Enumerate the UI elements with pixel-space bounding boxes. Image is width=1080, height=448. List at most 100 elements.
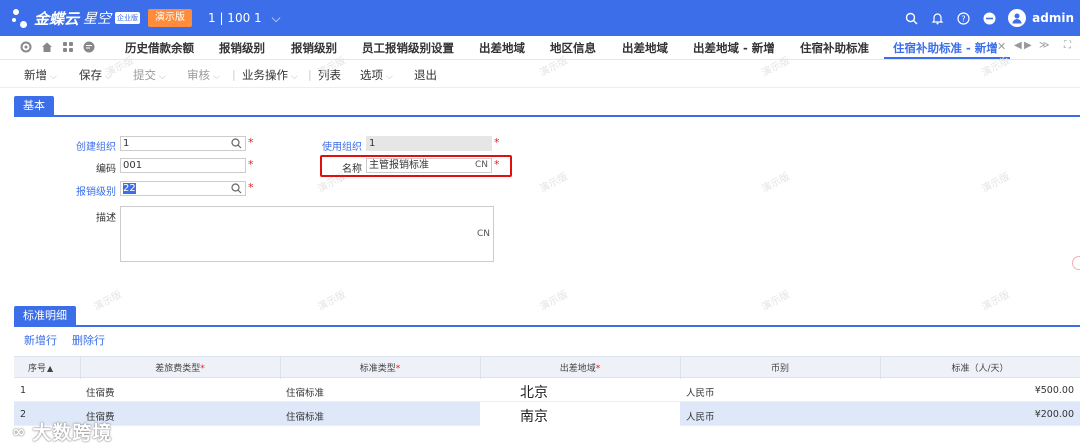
search-icon[interactable] <box>231 138 242 149</box>
cell-travel-region[interactable]: 北京 <box>520 382 548 402</box>
save-button[interactable]: 保存 ⌵ <box>79 67 112 83</box>
tab-list-chevron-icon[interactable]: ≫ <box>1039 40 1049 51</box>
sort-asc-icon[interactable]: ▲ <box>47 364 53 373</box>
column-header-standard-type-label: 标准类型 <box>359 364 396 374</box>
level-field[interactable]: 22 <box>120 181 246 196</box>
cell-expense-type[interactable]: 住宿费 <box>86 385 115 399</box>
column-header-travel-region[interactable]: 出差地域* <box>480 361 680 374</box>
close-icon[interactable]: ✕ <box>997 40 1006 53</box>
level-value: 22 <box>123 183 136 194</box>
business-ops-button[interactable]: 业务操作 ⌵ <box>242 67 298 83</box>
cell-standard-amount[interactable]: ¥500.00 <box>880 385 1074 396</box>
audit-button[interactable]: 审核 ⌵ <box>187 67 220 83</box>
settings-icon[interactable] <box>20 41 32 53</box>
section-tab-basic[interactable]: 基本 <box>14 96 54 116</box>
save-button-label: 保存 <box>79 68 102 82</box>
section-tab-detail[interactable]: 标准明细 <box>14 306 76 326</box>
submit-button[interactable]: 提交 ⌵ <box>133 67 166 83</box>
use-org-field: 1 <box>366 136 492 151</box>
search-icon[interactable] <box>231 183 242 194</box>
table-row[interactable]: 2 住宿费 住宿标准 南京 人民币 ¥200.00 <box>14 402 1080 426</box>
chevron-down-icon: ⌵ <box>386 72 393 82</box>
help-icon[interactable]: ? <box>956 11 970 25</box>
description-field[interactable]: CN <box>120 206 494 262</box>
column-header-expense-type-label: 差旅费类型 <box>155 364 201 374</box>
fullscreen-icon[interactable]: ⛶ <box>1064 40 1071 51</box>
chevron-down-icon: ⌵ <box>213 72 220 82</box>
column-header-standard-amount[interactable]: 标准（人/天） <box>880 361 1080 374</box>
required-mark: * <box>595 364 601 374</box>
cell-standard-type[interactable]: 住宿标准 <box>286 385 324 399</box>
code-label: 编码 <box>96 164 116 175</box>
app-logo[interactable]: 金蝶云 星空 企业版 <box>10 7 141 29</box>
cell-currency[interactable]: 人民币 <box>686 409 715 423</box>
tab-employee-level-setting[interactable]: 员工报销级别设置 <box>362 40 454 56</box>
home-icon[interactable] <box>41 41 53 53</box>
use-org-value: 1 <box>369 138 376 149</box>
tab-lodging-standard-new[interactable]: 住宿补助标准 - 新增 <box>893 40 998 56</box>
toolbar-separator: | <box>232 68 236 81</box>
tab-bar-icons <box>20 41 95 53</box>
side-float-button[interactable] <box>1072 256 1080 270</box>
delete-row-button[interactable]: 删除行 <box>72 332 105 348</box>
active-tab-underline <box>884 57 1010 59</box>
code-field[interactable]: 001 <box>120 158 246 173</box>
options-button[interactable]: 选项 ⌵ <box>360 67 393 83</box>
add-row-button[interactable]: 新增行 <box>24 332 57 348</box>
required-mark: * <box>200 364 205 374</box>
create-org-field[interactable]: 1 <box>120 136 246 151</box>
user-name[interactable]: admin <box>1032 11 1074 25</box>
bottom-watermark-text: 大数跨境 <box>32 422 113 444</box>
message-icon[interactable] <box>83 41 95 53</box>
chevron-down-icon: ⌵ <box>50 72 57 82</box>
tab-reimburse-level-2[interactable]: 报销级别 <box>291 40 337 56</box>
submit-button-label: 提交 <box>133 68 156 82</box>
tab-travel-region[interactable]: 出差地域 <box>479 40 525 56</box>
column-header-expense-type[interactable]: 差旅费类型* <box>80 361 280 374</box>
tab-travel-region-new[interactable]: 出差地域 - 新增 <box>693 40 775 56</box>
tab-lodging-standard[interactable]: 住宿补助标准 <box>800 40 869 56</box>
bottom-watermark: ∞ 大数跨境 <box>12 418 112 445</box>
section-divider <box>14 115 1080 117</box>
tab-reimburse-level[interactable]: 报销级别 <box>219 40 265 56</box>
list-button[interactable]: 列表 <box>318 67 341 83</box>
tab-scroll-left-icon[interactable]: ◀ <box>1014 40 1022 51</box>
new-button-label: 新增 <box>24 68 47 82</box>
required-mark: * <box>395 364 401 374</box>
language-cn-label[interactable]: CN <box>477 229 490 239</box>
svg-text:?: ? <box>961 14 965 23</box>
tab-scroll-right-icon[interactable]: ▶ <box>1024 40 1032 51</box>
row-seq: 1 <box>20 385 27 396</box>
column-header-standard-type[interactable]: 标准类型* <box>280 361 480 374</box>
cell-standard-type[interactable]: 住宿标准 <box>286 409 324 423</box>
cell-travel-region[interactable]: 南京 <box>520 406 548 426</box>
column-header-currency[interactable]: 币别 <box>680 361 880 374</box>
cell-standard-amount[interactable]: ¥200.00 <box>880 409 1074 420</box>
column-header-seq[interactable]: 序号▲ <box>28 361 53 374</box>
required-mark: * <box>248 181 254 194</box>
language-cn-label[interactable]: CN <box>475 159 488 172</box>
cell-currency[interactable]: 人民币 <box>686 385 715 399</box>
new-button[interactable]: 新增 ⌵ <box>24 67 57 83</box>
name-field[interactable]: 主管报销标准 CN <box>366 158 492 173</box>
code-value: 001 <box>123 160 143 171</box>
watermark: 演示版 <box>538 289 570 314</box>
infinity-logo-icon: ∞ <box>12 422 27 441</box>
search-icon[interactable] <box>904 11 918 25</box>
org-selector[interactable]: 1 | 100 1 ⌵ <box>208 10 281 26</box>
tab-travel-region-2[interactable]: 出差地域 <box>622 40 668 56</box>
table-row[interactable]: 1 住宿费 住宿标准 北京 人民币 ¥500.00 <box>14 378 1080 402</box>
required-mark: * <box>494 158 500 171</box>
tab-history-loan-balance[interactable]: 历史借款余额 <box>125 40 194 56</box>
options-button-label: 选项 <box>360 68 383 82</box>
exit-button[interactable]: 退出 <box>414 67 437 83</box>
tab-region-info[interactable]: 地区信息 <box>550 40 596 56</box>
bell-icon[interactable] <box>930 11 944 25</box>
watermark: 演示版 <box>316 289 348 314</box>
required-mark: * <box>494 136 500 149</box>
toolbar: 新增 ⌵ 保存 ⌵ 提交 ⌵ 审核 ⌵ | 业务操作 ⌵ | 列表 选项 ⌵ 退出 <box>0 60 1080 88</box>
minus-circle-icon[interactable] <box>982 11 996 25</box>
apps-grid-icon[interactable] <box>62 41 74 53</box>
top-icons: ? admin <box>904 7 1074 29</box>
avatar[interactable] <box>1008 9 1027 27</box>
